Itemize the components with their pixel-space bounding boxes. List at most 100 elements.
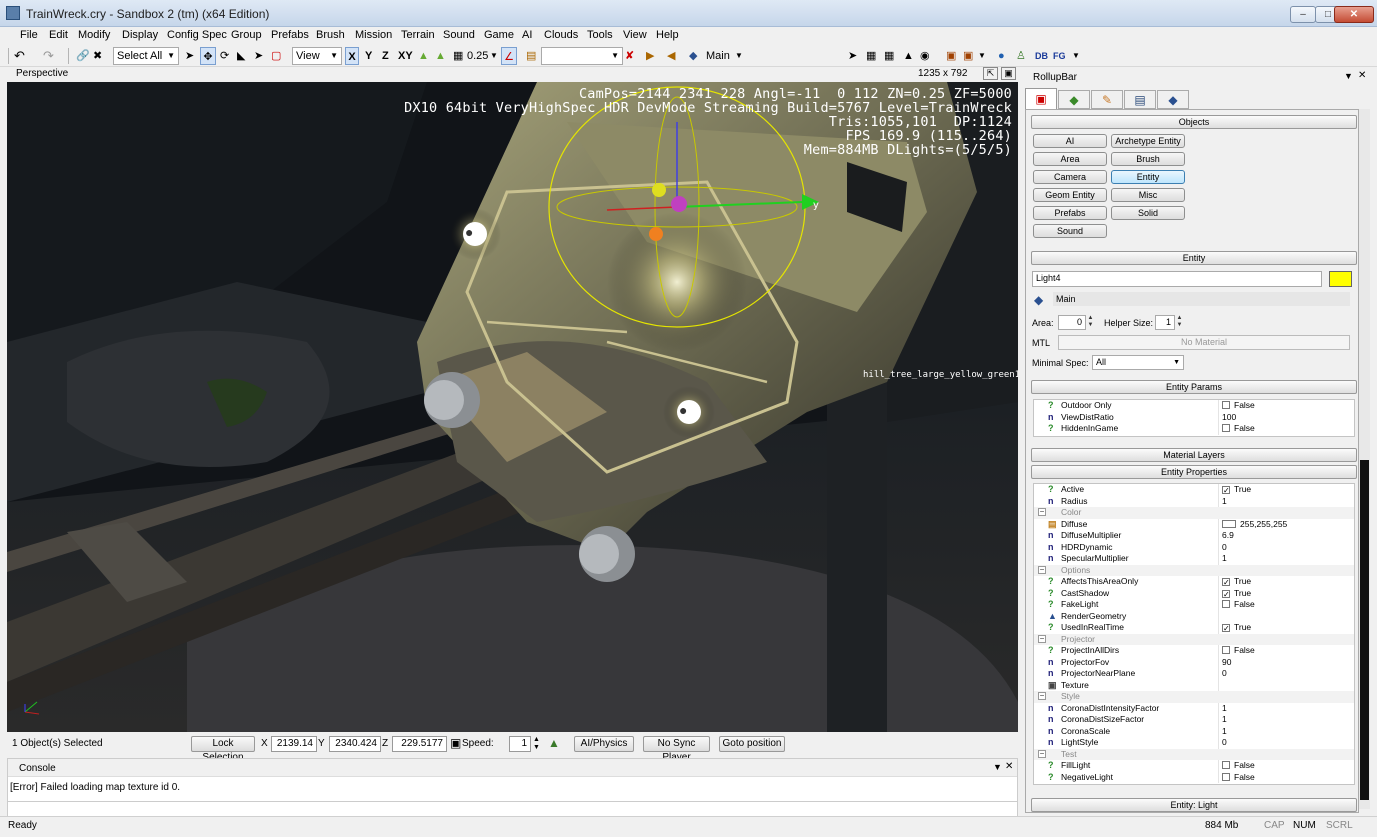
checkbox[interactable] <box>1222 600 1230 608</box>
axis-z-toggle[interactable]: Z <box>382 47 389 65</box>
menu-prefabs[interactable]: Prefabs <box>271 29 309 41</box>
property-value[interactable]: 1 <box>1222 553 1227 564</box>
tag-dropdown[interactable]: ▼ <box>541 47 623 65</box>
z-position-field[interactable]: 229.5177 <box>392 736 447 752</box>
tag-remove-icon[interactable]: ✘ <box>625 47 634 65</box>
db-button[interactable]: DB <box>1035 47 1048 65</box>
property-value[interactable]: 6.9 <box>1222 530 1234 541</box>
property-row-hdrdynamic[interactable]: n HDRDynamic 0 <box>1034 541 1354 553</box>
checkbox[interactable] <box>1222 424 1230 432</box>
property-value[interactable]: False <box>1222 599 1255 610</box>
solid-button[interactable]: Solid <box>1111 206 1185 220</box>
entity-button[interactable]: Entity <box>1111 170 1185 184</box>
property-group-projector[interactable]: − Projector <box>1034 633 1354 645</box>
property-row-hiddeningame[interactable]: ? HiddenInGame False <box>1034 423 1354 435</box>
menu-clouds[interactable]: Clouds <box>544 29 578 41</box>
property-value[interactable]: ✓ True <box>1222 622 1251 633</box>
archetype-entity-button[interactable]: Archetype Entity <box>1111 134 1185 148</box>
console-input[interactable] <box>8 801 1017 817</box>
speed-field[interactable]: 1 <box>509 736 531 752</box>
property-row-projectornearplane[interactable]: n ProjectorNearPlane 0 <box>1034 668 1354 680</box>
toolbar-overflow2-icon[interactable]: ▼ <box>978 47 986 65</box>
collapse-icon[interactable]: − <box>1038 749 1046 758</box>
geom-entity-button[interactable]: Geom Entity <box>1033 188 1107 202</box>
unlink-icon[interactable]: ✖ <box>93 47 102 65</box>
entity-color-swatch[interactable] <box>1329 271 1352 287</box>
light-bulb-icon[interactable]: ● <box>679 402 687 418</box>
checkbox[interactable] <box>1222 772 1230 781</box>
ai-physics-button[interactable]: AI/Physics <box>574 736 634 752</box>
close-rollup-icon[interactable]: ✕ <box>1358 70 1366 81</box>
checkbox[interactable] <box>1222 646 1230 654</box>
menu-terrain[interactable]: Terrain <box>401 29 435 41</box>
layers-tab-icon[interactable]: ◆ <box>1157 90 1189 109</box>
coordinate-system-dropdown[interactable]: View ▼ <box>292 47 342 65</box>
property-row-projectinalldirs[interactable]: ? ProjectInAllDirs False <box>1034 645 1354 657</box>
tag-prev-icon[interactable]: ◀ <box>667 47 675 65</box>
property-value[interactable]: 0 <box>1222 542 1227 553</box>
property-row-coronadistsizefactor[interactable]: n CoronaDistSizeFactor 1 <box>1034 714 1354 726</box>
property-row-coronascale[interactable]: n CoronaScale 1 <box>1034 725 1354 737</box>
perspective-viewport[interactable]: CamPos=2144 2341 228 Angl=-11 0 112 ZN=0… <box>7 82 1018 732</box>
property-value[interactable]: 100 <box>1222 412 1236 423</box>
property-group-options[interactable]: − Options <box>1034 564 1354 576</box>
goto-position-button[interactable]: Goto position <box>719 736 785 752</box>
property-value[interactable]: False <box>1222 760 1255 771</box>
property-row-viewdistratio[interactable]: n ViewDistRatio 100 <box>1034 411 1354 423</box>
checkbox[interactable]: ✓ <box>1222 589 1230 598</box>
objects-section-header[interactable]: Objects <box>1031 115 1357 129</box>
snap-value[interactable]: 0.25 <box>467 47 488 65</box>
menu-mission[interactable]: Mission <box>355 29 392 41</box>
property-value[interactable]: False <box>1222 645 1255 656</box>
property-row-rendergeometry[interactable]: ▲ RenderGeometry <box>1034 610 1354 622</box>
axis-x-toggle[interactable]: X <box>345 47 359 65</box>
menu-modify[interactable]: Modify <box>78 29 110 41</box>
close-button[interactable]: ✕ <box>1334 6 1374 23</box>
entity-light-header[interactable]: Entity: Light <box>1031 798 1357 812</box>
helper-size-field[interactable]: 1 <box>1155 315 1175 330</box>
menu-display[interactable]: Display <box>122 29 158 41</box>
minimal-spec-dropdown[interactable]: All ▼ <box>1092 355 1184 370</box>
menu-brush[interactable]: Brush <box>316 29 345 41</box>
collapse-icon[interactable]: − <box>1038 508 1046 516</box>
property-row-filllight[interactable]: ? FillLight False <box>1034 760 1354 772</box>
property-value[interactable]: 255,255,255 <box>1222 519 1287 530</box>
property-group-test[interactable]: − Test <box>1034 748 1354 760</box>
globe-icon[interactable]: ● <box>998 47 1005 65</box>
menu-tools[interactable]: Tools <box>587 29 613 41</box>
minimize-button[interactable]: – <box>1290 6 1316 23</box>
property-row-diffuse[interactable]: ▤ Diffuse 255,255,255 <box>1034 518 1354 530</box>
area-field[interactable]: 0 <box>1058 315 1086 330</box>
terrain-tab-icon[interactable]: ◆ <box>1058 90 1090 109</box>
axis-xy-toggle[interactable]: XY <box>398 47 413 65</box>
notes-icon[interactable]: ▤ <box>526 47 536 65</box>
menu-help[interactable]: Help <box>656 29 679 41</box>
lock-selection-button[interactable]: Lock Selection <box>191 736 255 763</box>
x-position-field[interactable]: 2139.14 <box>271 736 317 752</box>
menu-view[interactable]: View <box>623 29 647 41</box>
property-row-castshadow[interactable]: ? CastShadow ✓ True <box>1034 587 1354 599</box>
area-button[interactable]: Area <box>1033 152 1107 166</box>
light-bulb-icon[interactable]: ● <box>465 224 473 240</box>
move-icon[interactable]: ✥ <box>200 47 216 65</box>
terrain-icon[interactable]: ▲ <box>548 736 560 750</box>
brush-button[interactable]: Brush <box>1111 152 1185 166</box>
align-terrain-icon[interactable]: ▲ <box>903 47 914 65</box>
selection-filter-dropdown[interactable]: Select All ▼ <box>113 47 179 65</box>
collapse-icon[interactable]: − <box>1038 692 1046 700</box>
material-layers-header[interactable]: Material Layers <box>1031 448 1357 462</box>
pin-icon[interactable]: ▼ <box>1344 71 1353 81</box>
property-value[interactable]: 1 <box>1222 726 1227 737</box>
toolbar-overflow-icon[interactable]: ▼ <box>735 47 743 65</box>
property-row-affectsthisareaonly[interactable]: ? AffectsThisAreaOnly ✓ True <box>1034 576 1354 588</box>
property-row-diffusemultiplier[interactable]: n DiffuseMultiplier 6.9 <box>1034 530 1354 542</box>
viewport-options-icon[interactable]: ▣ <box>1001 67 1016 80</box>
layer-icon[interactable]: ◆ <box>1034 293 1043 307</box>
property-value[interactable]: ✓ True <box>1222 484 1251 495</box>
rotate-icon[interactable]: ⟳ <box>220 47 229 65</box>
goto-selection-icon[interactable]: ➤ <box>848 47 857 65</box>
checkbox[interactable]: ✓ <box>1222 578 1230 587</box>
property-row-coronadistintensityfactor[interactable]: n CoronaDistIntensityFactor 1 <box>1034 702 1354 714</box>
film-icon[interactable]: ▣ <box>963 47 973 65</box>
entity-name-field[interactable]: Light4 <box>1032 271 1322 287</box>
